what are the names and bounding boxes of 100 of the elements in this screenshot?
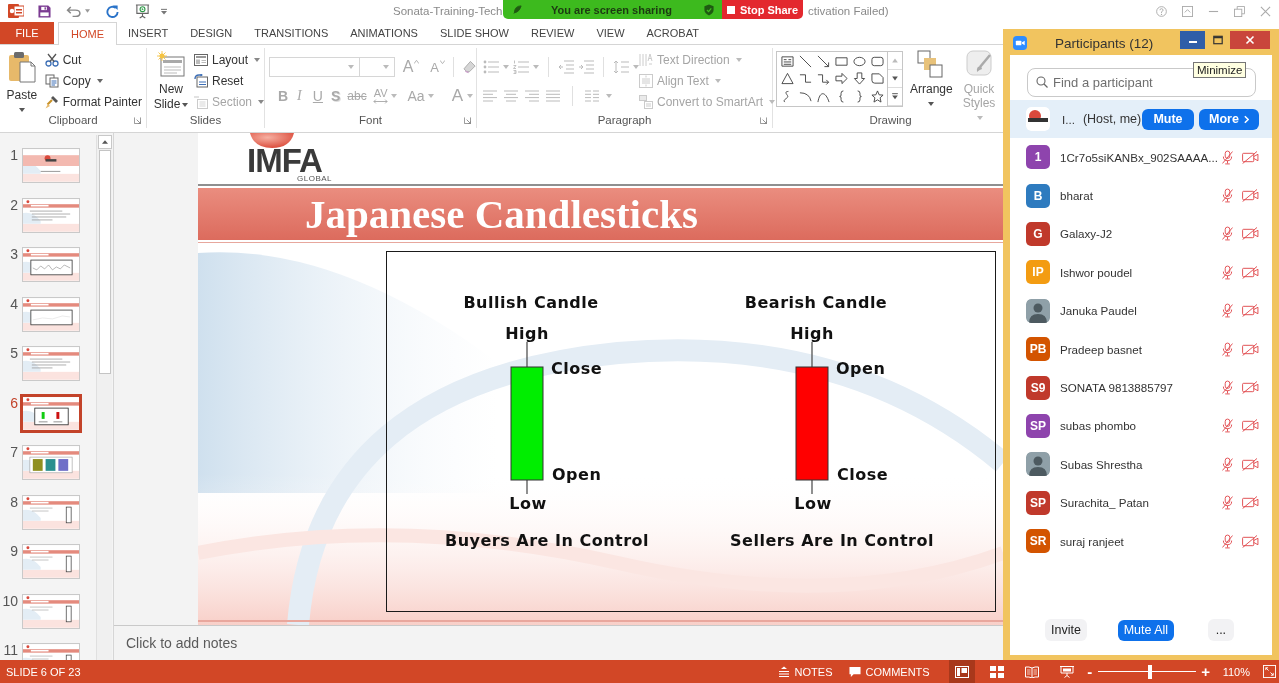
microphone-muted-icon[interactable] [1222,303,1233,319]
participant-row[interactable]: 1 1Cr7o5siKANBx_902SAAAA... [1010,138,1272,177]
slide-thumbnail[interactable] [22,544,80,579]
bullets-icon[interactable] [483,60,499,74]
participant-row[interactable]: IP Ishwor poudel [1010,253,1272,292]
microphone-muted-icon[interactable] [1222,188,1233,204]
comments-button[interactable]: COMMENTS [845,660,933,683]
slide-thumbnail[interactable] [22,247,80,282]
slide-thumbnail[interactable] [22,296,80,332]
video-off-icon[interactable] [1242,304,1259,318]
ribbon-tab[interactable]: ANIMATIONS [339,22,429,44]
dialog-launcher-icon[interactable] [134,116,141,124]
normal-view-button[interactable] [948,660,975,683]
ribbon-tab[interactable]: ACROBAT [635,22,710,44]
participant-row[interactable]: S9 SONATA 9813885797 [1010,368,1272,407]
microphone-muted-icon[interactable] [1222,226,1233,242]
arrange-button[interactable]: Arrange [908,48,952,112]
video-off-icon[interactable] [1242,381,1259,395]
notes-placeholder[interactable]: Click to add notes [126,635,238,651]
notes-button[interactable]: NOTES [774,660,836,683]
stop-share-button[interactable]: Stop Share [722,0,803,19]
justify-icon[interactable] [546,90,560,102]
caret-icon[interactable] [533,65,539,69]
arc-shape-icon[interactable] [798,89,812,103]
arrow-shape-icon[interactable] [816,55,830,69]
slide-thumbnail[interactable] [22,494,80,530]
participant-row[interactable]: SR suraj ranjeet [1010,521,1272,561]
new-slide-button[interactable]: New Slide [153,48,189,112]
scroll-up-icon[interactable] [97,135,112,149]
microphone-muted-icon[interactable] [1222,533,1233,549]
rectangle-shape-icon[interactable] [834,55,848,69]
customize-toolbar-icon[interactable] [161,7,167,15]
more-options-button[interactable]: ... [1207,619,1234,641]
fit-to-window-icon[interactable] [1263,665,1276,678]
caret-icon[interactable] [85,9,90,13]
paste-button[interactable]: Paste [4,48,40,112]
align-center-icon[interactable] [504,90,518,102]
ribbon-tab[interactable]: SLIDE SHOW [428,22,520,44]
reset-button[interactable]: Reset [192,70,267,91]
ribbon-tab[interactable]: DESIGN [179,22,244,44]
zoom-in-button[interactable]: + [1200,660,1211,683]
elbow-connector-shape-icon[interactable] [798,72,812,86]
more-button[interactable]: More [1199,108,1259,130]
line-spacing-icon[interactable] [613,60,629,74]
microphone-muted-icon[interactable] [1222,495,1233,511]
caret-icon[interactable] [606,94,612,98]
clear-formatting-icon[interactable] [462,60,476,74]
microphone-muted-icon[interactable] [1222,456,1233,472]
ribbon-tab[interactable]: INSERT [117,22,180,44]
video-off-icon[interactable] [1242,150,1259,164]
ribbon-tab[interactable]: REVIEW [520,22,586,44]
right-arrow-shape-icon[interactable] [834,72,848,86]
columns-icon[interactable] [585,90,599,102]
save-icon[interactable] [38,4,51,18]
text-box-shape-icon[interactable] [780,55,794,69]
microphone-muted-icon[interactable] [1222,418,1233,434]
dialog-launcher-icon[interactable] [464,116,471,124]
down-arrow-shape-icon[interactable] [852,72,866,86]
microphone-muted-icon[interactable] [1222,380,1233,396]
video-off-icon[interactable] [1242,189,1259,203]
video-off-icon[interactable] [1242,534,1259,548]
zoom-level[interactable]: 110% [1222,665,1250,678]
slide-thumbnail[interactable] [22,593,80,629]
ribbon-tab[interactable]: VIEW [585,22,636,44]
elbow-arrow-shape-icon[interactable] [816,72,830,86]
zoom-slider[interactable] [1097,663,1196,680]
oval-shape-icon[interactable] [852,55,866,69]
video-off-icon[interactable] [1242,227,1259,241]
caret-icon[interactable] [633,65,639,69]
mute-button[interactable]: Mute [1142,108,1194,130]
star-shape-icon[interactable] [870,89,884,103]
participant-row[interactable]: B bharat [1010,176,1272,215]
slide-thumbnail[interactable] [22,445,80,480]
slide-thumbnail[interactable] [20,393,82,433]
cut-button[interactable]: Cut [42,49,146,70]
microphone-muted-icon[interactable] [1222,264,1233,280]
undo-icon[interactable] [66,5,81,17]
participant-row[interactable]: Subas Shrestha [1010,445,1272,484]
scrollbar-thumb[interactable] [98,150,111,374]
video-off-icon[interactable] [1242,419,1259,433]
file-menu-button[interactable]: FILE [0,22,54,44]
ribbon-tab[interactable]: TRANSITIONS [243,22,340,44]
layout-button[interactable]: Layout [192,49,267,70]
slide-thumbnail[interactable] [22,148,80,183]
ribbon-display-icon[interactable] [1182,5,1193,17]
video-off-icon[interactable] [1242,265,1259,279]
invite-button[interactable]: Invite [1045,619,1087,641]
zoom-out-button[interactable]: - [1084,660,1095,683]
dialog-launcher-icon[interactable] [760,116,767,124]
participant-row[interactable]: SP Surachita_ Patan [1010,483,1272,522]
copy-button[interactable]: Copy [42,70,146,91]
snip-rectangle-shape-icon[interactable] [870,72,884,86]
microphone-muted-icon[interactable] [1222,149,1233,165]
align-left-icon[interactable] [483,90,497,102]
video-off-icon[interactable] [1242,496,1259,510]
video-off-icon[interactable] [1242,457,1259,471]
participant-row[interactable]: PB Pradeep basnet [1010,329,1272,369]
participant-row[interactable]: SP subas phombo [1010,406,1272,446]
zoom-slider-thumb[interactable] [1147,664,1152,679]
participant-row[interactable]: G Galaxy-J2 [1010,214,1272,254]
